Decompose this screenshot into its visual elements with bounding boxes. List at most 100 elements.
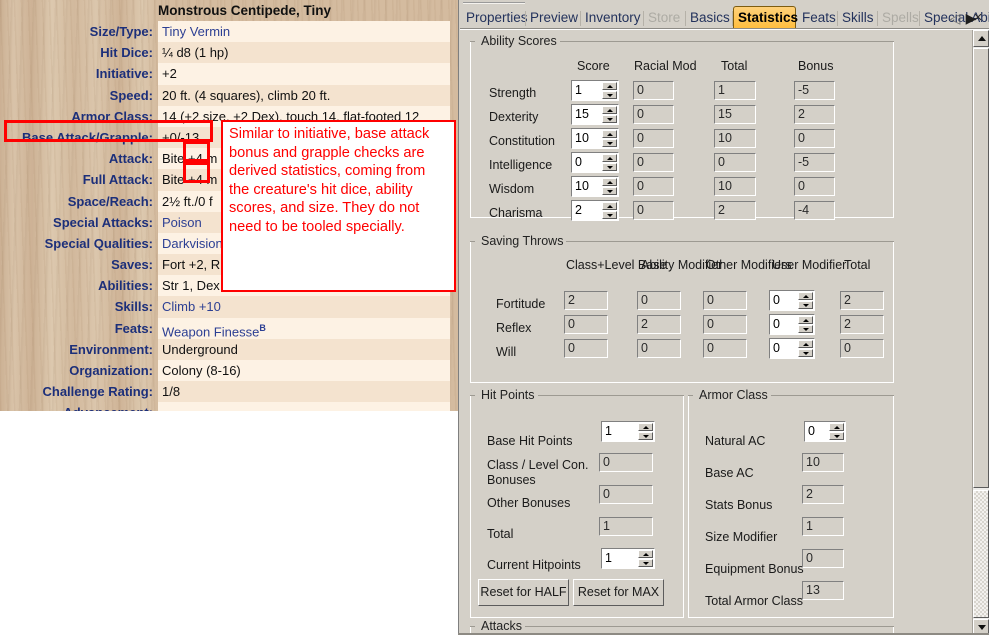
row-label: Space/Reach: bbox=[67, 193, 153, 209]
ability-score-value-constitution: 10 bbox=[575, 131, 589, 145]
ability-score-input-charisma[interactable]: 2 bbox=[571, 200, 619, 221]
hp-base-value: 1 bbox=[605, 424, 612, 438]
ac-equipment-bonus: 0 bbox=[802, 549, 844, 568]
spinner-up-icon[interactable] bbox=[602, 106, 617, 114]
spinner-down-icon[interactable] bbox=[602, 187, 617, 195]
ac-label-total: Total Armor Class bbox=[705, 594, 803, 608]
ability-racial-mod-charisma: 0 bbox=[633, 201, 674, 220]
spinner-down-icon[interactable] bbox=[798, 325, 813, 333]
ability-score-input-intelligence[interactable]: 0 bbox=[571, 152, 619, 173]
ac-total: 13 bbox=[802, 581, 844, 600]
spinner-down-icon[interactable] bbox=[602, 115, 617, 123]
spinner-down-icon[interactable] bbox=[602, 163, 617, 171]
save-ability-mod-will: 0 bbox=[637, 339, 681, 358]
spinner-down-icon[interactable] bbox=[602, 91, 617, 99]
ac-label-base: Base AC bbox=[705, 466, 754, 480]
spinner-down-icon[interactable] bbox=[602, 211, 617, 219]
spinner-up-icon[interactable] bbox=[798, 316, 813, 324]
spinner-up-icon[interactable] bbox=[602, 202, 617, 210]
spinner-down-icon[interactable] bbox=[638, 559, 653, 567]
spinner-up-icon[interactable] bbox=[638, 423, 653, 431]
statblock-row-challenge-rating: Challenge Rating: 1/8 bbox=[0, 381, 458, 403]
row-label: Skills: bbox=[114, 299, 153, 315]
tab-feats[interactable]: Feats bbox=[798, 8, 838, 29]
spinner-down-icon[interactable] bbox=[798, 301, 813, 309]
row-label: Attack: bbox=[108, 151, 153, 167]
row-value[interactable]: Climb +10 bbox=[158, 296, 450, 318]
row-label: Organization: bbox=[69, 363, 153, 378]
spinner-down-icon[interactable] bbox=[602, 139, 617, 147]
feat-source-superscript: B bbox=[259, 322, 266, 333]
row-value-wrap[interactable]: Weapon FinesseB bbox=[158, 317, 450, 339]
tab-statistics[interactable]: Statistics bbox=[733, 6, 798, 29]
save-user-mod-input-fortitude[interactable]: 0 bbox=[769, 290, 815, 311]
ability-score-input-constitution[interactable]: 10 bbox=[571, 128, 619, 149]
spinner-up-icon[interactable] bbox=[798, 340, 813, 348]
save-other-mod-fortitude: 0 bbox=[703, 291, 747, 310]
spinner-up-icon[interactable] bbox=[602, 178, 617, 186]
scrollbar-lower-track[interactable] bbox=[973, 490, 989, 618]
ability-score-input-strength[interactable]: 1 bbox=[571, 80, 619, 101]
spinner-up-icon[interactable] bbox=[602, 82, 617, 90]
scroll-up-button[interactable] bbox=[973, 30, 989, 47]
tab-skills[interactable]: Skills bbox=[838, 8, 878, 29]
row-label: Feats: bbox=[114, 320, 153, 336]
ac-natural-input[interactable]: 0 bbox=[804, 421, 846, 442]
ability-score-input-dexterity[interactable]: 15 bbox=[571, 104, 619, 125]
attacks-caption: Attacks bbox=[478, 619, 525, 633]
tab-basics[interactable]: Basics bbox=[686, 8, 733, 29]
hit-points-group: Hit Points Base Hit Points 1 Class / Lev… bbox=[470, 388, 684, 618]
armor-class-caption: Armor Class bbox=[696, 388, 771, 402]
tab-scroll-left-icon[interactable]: ◁ bbox=[948, 10, 962, 26]
save-user-mod-input-will[interactable]: 0 bbox=[769, 338, 815, 359]
application-window: Monstrous Centipede, Tiny Size/Type: Tin… bbox=[0, 0, 989, 635]
row-label: Speed: bbox=[109, 87, 153, 103]
hp-class-level-con-bonuses: 0 bbox=[599, 453, 653, 472]
armor-class-group: Armor Class Natural AC 0 Base AC 10 Stat… bbox=[688, 388, 894, 618]
reset-for-max-button[interactable]: Reset for MAX bbox=[573, 579, 664, 606]
tab-inventory[interactable]: Inventory bbox=[581, 8, 644, 29]
row-value[interactable]: Tiny Vermin bbox=[158, 21, 450, 43]
save-base-will: 0 bbox=[564, 339, 608, 358]
spinner-down-icon[interactable] bbox=[798, 349, 813, 357]
vertical-scrollbar[interactable] bbox=[972, 30, 989, 635]
ability-racial-mod-strength: 0 bbox=[633, 81, 674, 100]
row-label: Special Attacks: bbox=[53, 214, 153, 230]
row-label: Advancement: bbox=[0, 402, 158, 411]
ability-score-value-wisdom: 10 bbox=[575, 179, 589, 193]
save-user-mod-input-reflex[interactable]: 0 bbox=[769, 314, 815, 335]
creature-name: Monstrous Centipede, Tiny bbox=[158, 3, 332, 18]
hp-base-input[interactable]: 1 bbox=[601, 421, 655, 442]
spinner-up-icon[interactable] bbox=[602, 154, 617, 162]
tab-properties[interactable]: Properties bbox=[462, 8, 528, 29]
spinner-up-icon[interactable] bbox=[602, 130, 617, 138]
ability-label-constitution: Constitution bbox=[489, 134, 556, 148]
statblock-row-skills: Skills: Climb +10 bbox=[0, 296, 458, 318]
ability-scores-group: Ability Scores Score Racial Mod Total Bo… bbox=[470, 34, 894, 221]
spinner-up-icon[interactable] bbox=[638, 550, 653, 558]
statblock-row-environment: Environment: Underground bbox=[0, 338, 458, 360]
save-total-fortitude: 2 bbox=[840, 291, 884, 310]
spinner-down-icon[interactable] bbox=[638, 432, 653, 440]
row-value: Colony (8-16) bbox=[158, 360, 450, 382]
hp-current-value: 1 bbox=[605, 551, 612, 565]
hp-other-bonuses: 0 bbox=[599, 485, 653, 504]
reset-for-half-button[interactable]: Reset for HALF bbox=[478, 579, 569, 606]
hp-current-input[interactable]: 1 bbox=[601, 548, 655, 569]
spinner-down-icon[interactable] bbox=[829, 432, 844, 440]
tab-preview[interactable]: Preview bbox=[526, 8, 581, 29]
spinner-up-icon[interactable] bbox=[798, 292, 813, 300]
row-value: Weapon Finesse bbox=[162, 323, 260, 339]
hp-label-total: Total bbox=[487, 527, 514, 541]
close-tab-icon[interactable]: × bbox=[970, 9, 986, 26]
ability-bonus-wisdom: 0 bbox=[794, 177, 835, 196]
ability-scores-caption: Ability Scores bbox=[478, 34, 560, 48]
save-col-other-modifiers: Other Modifiers bbox=[706, 258, 792, 272]
ability-score-input-wisdom[interactable]: 10 bbox=[571, 176, 619, 197]
spinner-up-icon[interactable] bbox=[829, 423, 844, 431]
scrollbar-thumb[interactable] bbox=[973, 48, 989, 488]
character-editor-window: Properties Preview Inventory Store Basic… bbox=[458, 0, 989, 635]
save-col-ability-modifier: Ability Modifier bbox=[641, 258, 723, 272]
ability-total-charisma: 2 bbox=[714, 201, 756, 220]
statistics-content: Ability Scores Score Racial Mod Total Bo… bbox=[460, 30, 972, 635]
